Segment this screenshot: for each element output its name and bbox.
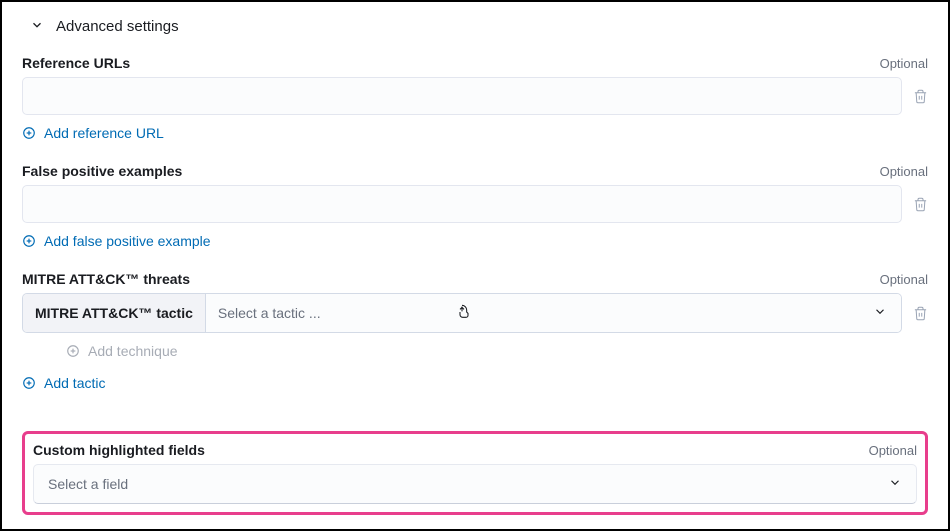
custom-highlighted-fields-section: Custom highlighted fields Optional Selec… — [22, 431, 928, 515]
advanced-settings-title: Advanced settings — [56, 18, 179, 35]
custom-highlighted-fields-optional: Optional — [869, 443, 917, 458]
chevron-down-icon — [888, 476, 902, 493]
mitre-tactic-prepend: MITRE ATT&CK™ tactic — [23, 294, 206, 332]
mitre-tactic-placeholder: Select a tactic ... — [218, 305, 321, 321]
trash-icon[interactable] — [912, 305, 928, 322]
add-reference-url-button[interactable]: Add reference URL — [22, 125, 164, 141]
false-positive-label: False positive examples — [22, 163, 182, 179]
false-positive-optional: Optional — [880, 164, 928, 179]
reference-urls-optional: Optional — [880, 56, 928, 71]
chevron-down-icon — [873, 305, 887, 322]
advanced-settings-toggle[interactable]: Advanced settings — [30, 18, 928, 35]
trash-icon[interactable] — [912, 196, 928, 213]
add-tactic-label: Add tactic — [44, 375, 105, 391]
chevron-down-icon — [30, 18, 44, 35]
add-false-positive-button[interactable]: Add false positive example — [22, 233, 211, 249]
add-false-positive-label: Add false positive example — [44, 233, 211, 249]
add-technique-label: Add technique — [88, 343, 178, 359]
reference-urls-label: Reference URLs — [22, 55, 130, 71]
add-technique-button: Add technique — [66, 343, 178, 359]
custom-highlighted-fields-placeholder: Select a field — [48, 476, 128, 492]
cursor-icon — [456, 304, 472, 322]
add-tactic-button[interactable]: Add tactic — [22, 375, 105, 391]
false-positive-input[interactable] — [22, 185, 902, 223]
custom-highlighted-fields-label: Custom highlighted fields — [33, 442, 205, 458]
mitre-threats-optional: Optional — [880, 272, 928, 287]
custom-highlighted-fields-select[interactable]: Select a field — [33, 464, 917, 504]
reference-url-input[interactable] — [22, 77, 902, 115]
mitre-tactic-select[interactable]: MITRE ATT&CK™ tactic Select a tactic ... — [22, 293, 902, 333]
mitre-threats-label: MITRE ATT&CK™ threats — [22, 271, 190, 287]
add-reference-url-label: Add reference URL — [44, 125, 164, 141]
trash-icon[interactable] — [912, 88, 928, 105]
